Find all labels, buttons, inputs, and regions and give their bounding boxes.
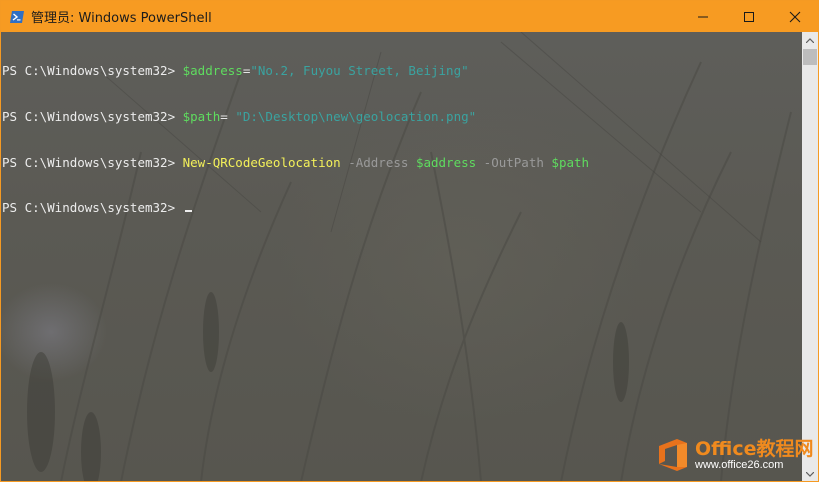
scroll-up-button[interactable] bbox=[802, 32, 818, 48]
prompt: PS C:\Windows\system32> bbox=[2, 109, 183, 124]
variable-token: $path bbox=[182, 109, 221, 124]
console-output: PS C:\Windows\system32> $address = "No.2, … bbox=[2, 33, 589, 246]
watermark-brand: Office教程网 bbox=[695, 437, 814, 460]
maximize-button[interactable] bbox=[726, 1, 772, 32]
console-input-line[interactable]: PS C:\Windows\system32> bbox=[2, 200, 589, 215]
scroll-up-icon bbox=[806, 37, 814, 43]
parameter-token: -OutPath bbox=[476, 154, 552, 170]
string-token: "No.2, Fuyou Street, Beijing" bbox=[250, 63, 469, 79]
parameter-token: -Address bbox=[340, 154, 416, 170]
minimize-button[interactable] bbox=[680, 1, 726, 32]
powershell-window: 管理员: Windows PowerShell PS C:\Windows\sy… bbox=[0, 0, 819, 482]
prompt: PS C:\Windows\system32> bbox=[2, 63, 183, 79]
scroll-thumb[interactable] bbox=[803, 49, 817, 65]
close-button[interactable] bbox=[772, 1, 818, 32]
string-token: "D:\Desktop\new\geolocation.png" bbox=[235, 109, 477, 124]
console-line: PS C:\Windows\system32> $address="No.2, … bbox=[2, 63, 589, 78]
prompt: PS C:\Windows\system32> bbox=[2, 154, 183, 170]
console-line: PS C:\Windows\system32> $path= "D:\Deskt… bbox=[2, 109, 589, 124]
variable-token: $address bbox=[182, 63, 243, 79]
console-area[interactable]: PS C:\Windows\system32> $address = "No.2, … bbox=[1, 32, 802, 481]
operator-token: = bbox=[220, 109, 236, 124]
powershell-icon bbox=[10, 10, 24, 23]
command-token: New-QRCodeGeolocation bbox=[182, 154, 341, 170]
close-icon bbox=[789, 11, 801, 22]
window-title: 管理员: Windows PowerShell bbox=[31, 11, 212, 26]
variable-token: $path bbox=[551, 154, 590, 170]
title-bar[interactable]: 管理员: Windows PowerShell bbox=[1, 1, 818, 32]
watermark: Office教程网 www.office26.com bbox=[655, 435, 815, 475]
watermark-text: Office教程网 www.office26.com bbox=[695, 439, 814, 472]
office-logo-icon bbox=[659, 439, 687, 471]
console-line: PS C:\Windows\system32> New-QRCodeGeoloc… bbox=[2, 155, 589, 170]
maximize-icon bbox=[744, 11, 754, 22]
variable-token: $address bbox=[415, 154, 477, 170]
watermark-url: www.office26.com bbox=[695, 458, 784, 471]
minimize-icon bbox=[698, 16, 708, 17]
window-controls bbox=[680, 1, 818, 32]
text-cursor bbox=[184, 210, 192, 213]
prompt: PS C:\Windows\system32> bbox=[2, 200, 183, 216]
vertical-scrollbar[interactable] bbox=[802, 32, 818, 481]
